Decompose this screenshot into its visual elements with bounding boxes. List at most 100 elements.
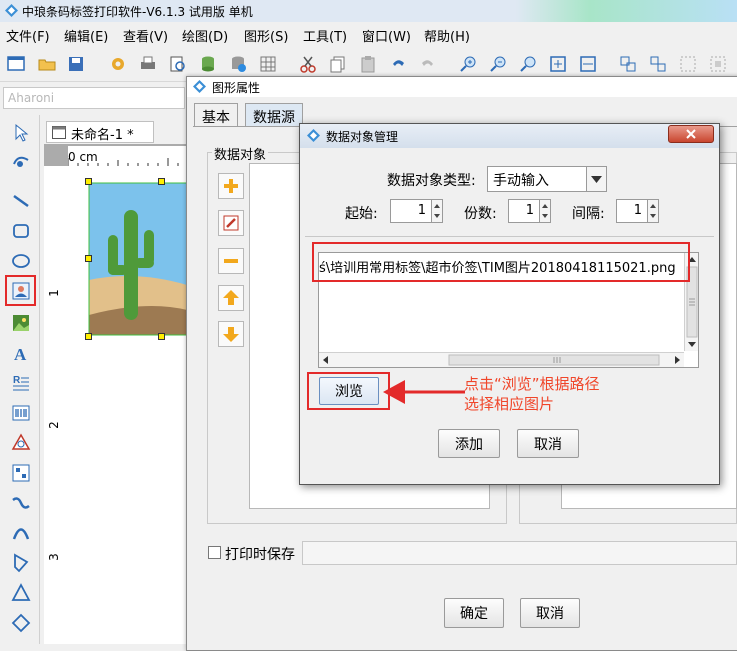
copies-input[interactable]: 1 [508, 199, 540, 223]
zoom-in-icon[interactable] [458, 54, 478, 74]
dialog-close-button[interactable] [668, 125, 714, 143]
selection-handle[interactable] [158, 333, 165, 340]
ruler-left: 1 2 3 [44, 166, 68, 644]
picture-tool-icon[interactable] [10, 312, 32, 334]
ellipse-tool-icon[interactable] [10, 250, 32, 272]
add-button[interactable]: 添加 [438, 429, 500, 458]
print-preview-icon[interactable] [168, 54, 188, 74]
print-save-field[interactable] [302, 541, 737, 565]
menu-edit[interactable]: 编辑(E) [64, 26, 108, 45]
rich-text-icon[interactable]: R [10, 372, 32, 394]
data-object-group-label: 数据对象 [212, 144, 269, 163]
copies-label: 份数: [464, 206, 497, 222]
zoom-out-icon[interactable] [488, 54, 508, 74]
print-icon[interactable] [138, 54, 158, 74]
selection-handle[interactable] [85, 178, 92, 185]
fit-width-icon[interactable] [578, 54, 598, 74]
rotate-icon[interactable] [10, 150, 32, 172]
menu-view[interactable]: 查看(V) [123, 26, 168, 45]
line-tool-icon[interactable] [10, 190, 32, 212]
undo-icon[interactable] [388, 54, 408, 74]
path-highlight [312, 242, 690, 282]
shape-tool-icon[interactable] [10, 432, 32, 454]
stepper-arrows-icon [650, 204, 656, 218]
shape-properties-title: 图形属性 [212, 81, 261, 95]
menu-help[interactable]: 帮助(H) [424, 26, 470, 45]
dialog-titlebar: 数据对象管理 [300, 124, 719, 148]
distribute-icon[interactable] [708, 54, 728, 74]
print-save-checkbox[interactable] [208, 546, 221, 559]
ruler-top: 0 cm [68, 146, 194, 166]
interval-input[interactable]: 1 [616, 199, 648, 223]
arrow-up-icon [223, 290, 239, 305]
cancel-button[interactable]: 取消 [520, 598, 580, 628]
dialog-divider [305, 236, 714, 237]
triangle-tool-icon[interactable] [10, 582, 32, 604]
selection-handle[interactable] [158, 178, 165, 185]
curve-tool-icon[interactable] [10, 492, 32, 514]
horizontal-scrollbar[interactable] [319, 352, 684, 367]
menu-draw[interactable]: 绘图(D) [182, 26, 228, 45]
paste-icon[interactable] [358, 54, 378, 74]
database-icon[interactable] [198, 54, 218, 74]
type-select-dropdown[interactable] [586, 166, 607, 192]
menu-tools[interactable]: 工具(T) [303, 26, 347, 45]
selection-handle[interactable] [85, 333, 92, 340]
selection-handle[interactable] [85, 255, 92, 262]
start-input[interactable]: 1 [390, 199, 432, 223]
fit-page-icon[interactable] [548, 54, 568, 74]
tab-basic[interactable]: 基本 [194, 103, 238, 127]
diamond-tool-icon[interactable] [10, 612, 32, 634]
document-tab-label: 未命名-1 * [71, 128, 134, 143]
rectangle-tool-icon[interactable] [10, 220, 32, 242]
document-icon [52, 126, 66, 139]
open-folder-icon[interactable] [37, 54, 57, 74]
tab-data-source[interactable]: 数据源 [245, 103, 303, 127]
menu-shape[interactable]: 图形(S) [244, 26, 288, 45]
title-bar: 中琅条码标签打印软件-V6.1.3 试用版 单机 [0, 0, 737, 22]
remove-object-button[interactable] [218, 248, 244, 274]
annotation-line-1: 点击“浏览”根据路径 [464, 375, 600, 393]
plus-icon [224, 179, 238, 193]
type-label: 数据对象类型: [387, 173, 476, 189]
arc-tool-icon[interactable] [10, 522, 32, 544]
align-icon[interactable] [678, 54, 698, 74]
select-arrow-icon[interactable] [10, 122, 32, 144]
add-object-button[interactable] [218, 173, 244, 199]
ruler-left-label-1: 1 [46, 289, 61, 297]
group-icon[interactable] [618, 54, 638, 74]
copies-stepper[interactable] [539, 199, 551, 223]
save-icon[interactable] [66, 54, 86, 74]
copy-icon[interactable] [328, 54, 348, 74]
new-file-icon[interactable] [6, 54, 26, 74]
dialog-cancel-button[interactable]: 取消 [517, 429, 579, 458]
type-select[interactable]: 手动输入 [487, 166, 587, 192]
cut-icon[interactable] [298, 54, 318, 74]
ok-button[interactable]: 确定 [444, 598, 504, 628]
grid-icon[interactable] [258, 54, 278, 74]
ungroup-icon[interactable] [648, 54, 668, 74]
text-tool-icon[interactable]: A [10, 342, 32, 364]
dialog-title: 数据对象管理 [326, 130, 399, 144]
cactus-image[interactable] [86, 180, 190, 340]
chevron-down-icon [591, 176, 602, 183]
ruler-top-ticks [68, 158, 189, 166]
shape-properties-titlebar: 图形属性 [187, 77, 737, 97]
menu-file[interactable]: 文件(F) [6, 26, 50, 45]
settings-gear-icon[interactable] [108, 54, 128, 74]
font-name-input[interactable]: Aharoni [3, 87, 185, 109]
menu-window[interactable]: 窗口(W) [362, 26, 411, 45]
interval-stepper[interactable] [647, 199, 659, 223]
database-link-icon[interactable] [228, 54, 248, 74]
edit-object-button[interactable] [218, 210, 244, 236]
document-tab[interactable]: 未命名-1 * [46, 121, 154, 143]
tool-palette: A R [0, 115, 40, 644]
barcode-tool-icon[interactable] [10, 402, 32, 424]
polygon-tool-icon[interactable] [10, 552, 32, 574]
zoom-icon[interactable] [518, 54, 538, 74]
qrcode-tool-icon[interactable] [10, 462, 32, 484]
redo-icon[interactable] [418, 54, 438, 74]
move-up-button[interactable] [218, 285, 244, 311]
start-stepper[interactable] [431, 199, 443, 223]
move-down-button[interactable] [218, 321, 244, 347]
